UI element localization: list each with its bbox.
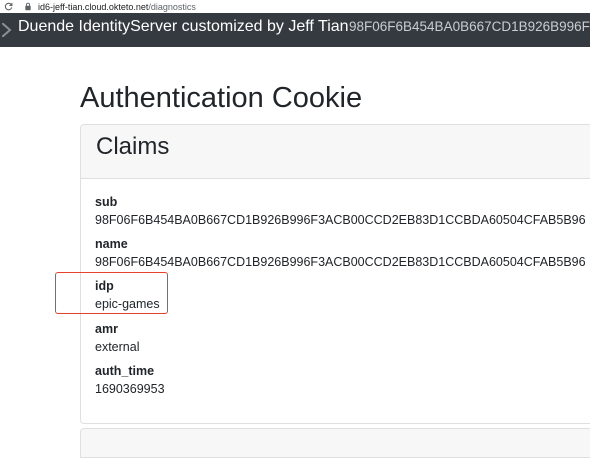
- card-title: Claims: [96, 133, 170, 160]
- claim-term-name: name: [95, 237, 128, 251]
- claim-term-auth-time: auth_time: [95, 364, 155, 378]
- claim-term-amr: amr: [95, 322, 118, 336]
- claim-value-auth-time: 1690369953: [95, 382, 165, 396]
- navbar-logo-icon[interactable]: [1, 22, 12, 38]
- page-title: Authentication Cookie: [80, 82, 363, 114]
- claim-value-name: 98F06F6B454BA0B667CD1B926B996F3ACB00CCD2…: [95, 255, 586, 269]
- idp-highlight-box: [55, 272, 168, 314]
- card-header: Claims: [81, 125, 590, 179]
- url-field[interactable]: id6-jeff-tian.cloud.okteto.net/diagnosti…: [38, 2, 196, 12]
- claim-value-sub: 98F06F6B454BA0B667CD1B926B996F3ACB00CCD2…: [95, 213, 586, 227]
- navbar-brand[interactable]: Duende IdentityServer customized by Jeff…: [18, 18, 349, 36]
- reload-icon[interactable]: [4, 2, 13, 11]
- url-path: /diagnostics: [148, 1, 196, 12]
- next-card: [80, 428, 590, 458]
- lock-icon[interactable]: [24, 2, 32, 11]
- url-host: id6-jeff-tian.cloud.okteto.net: [38, 1, 149, 12]
- address-bar[interactable]: id6-jeff-tian.cloud.okteto.net/diagnosti…: [0, 0, 590, 13]
- claim-term-sub: sub: [95, 195, 118, 209]
- claim-value-amr: external: [95, 340, 140, 354]
- navbar-user[interactable]: 98F06F6B454BA0B667CD1B926B996F3ACB00CCD2…: [349, 19, 590, 34]
- navbar: Duende IdentityServer customized by Jeff…: [0, 13, 590, 47]
